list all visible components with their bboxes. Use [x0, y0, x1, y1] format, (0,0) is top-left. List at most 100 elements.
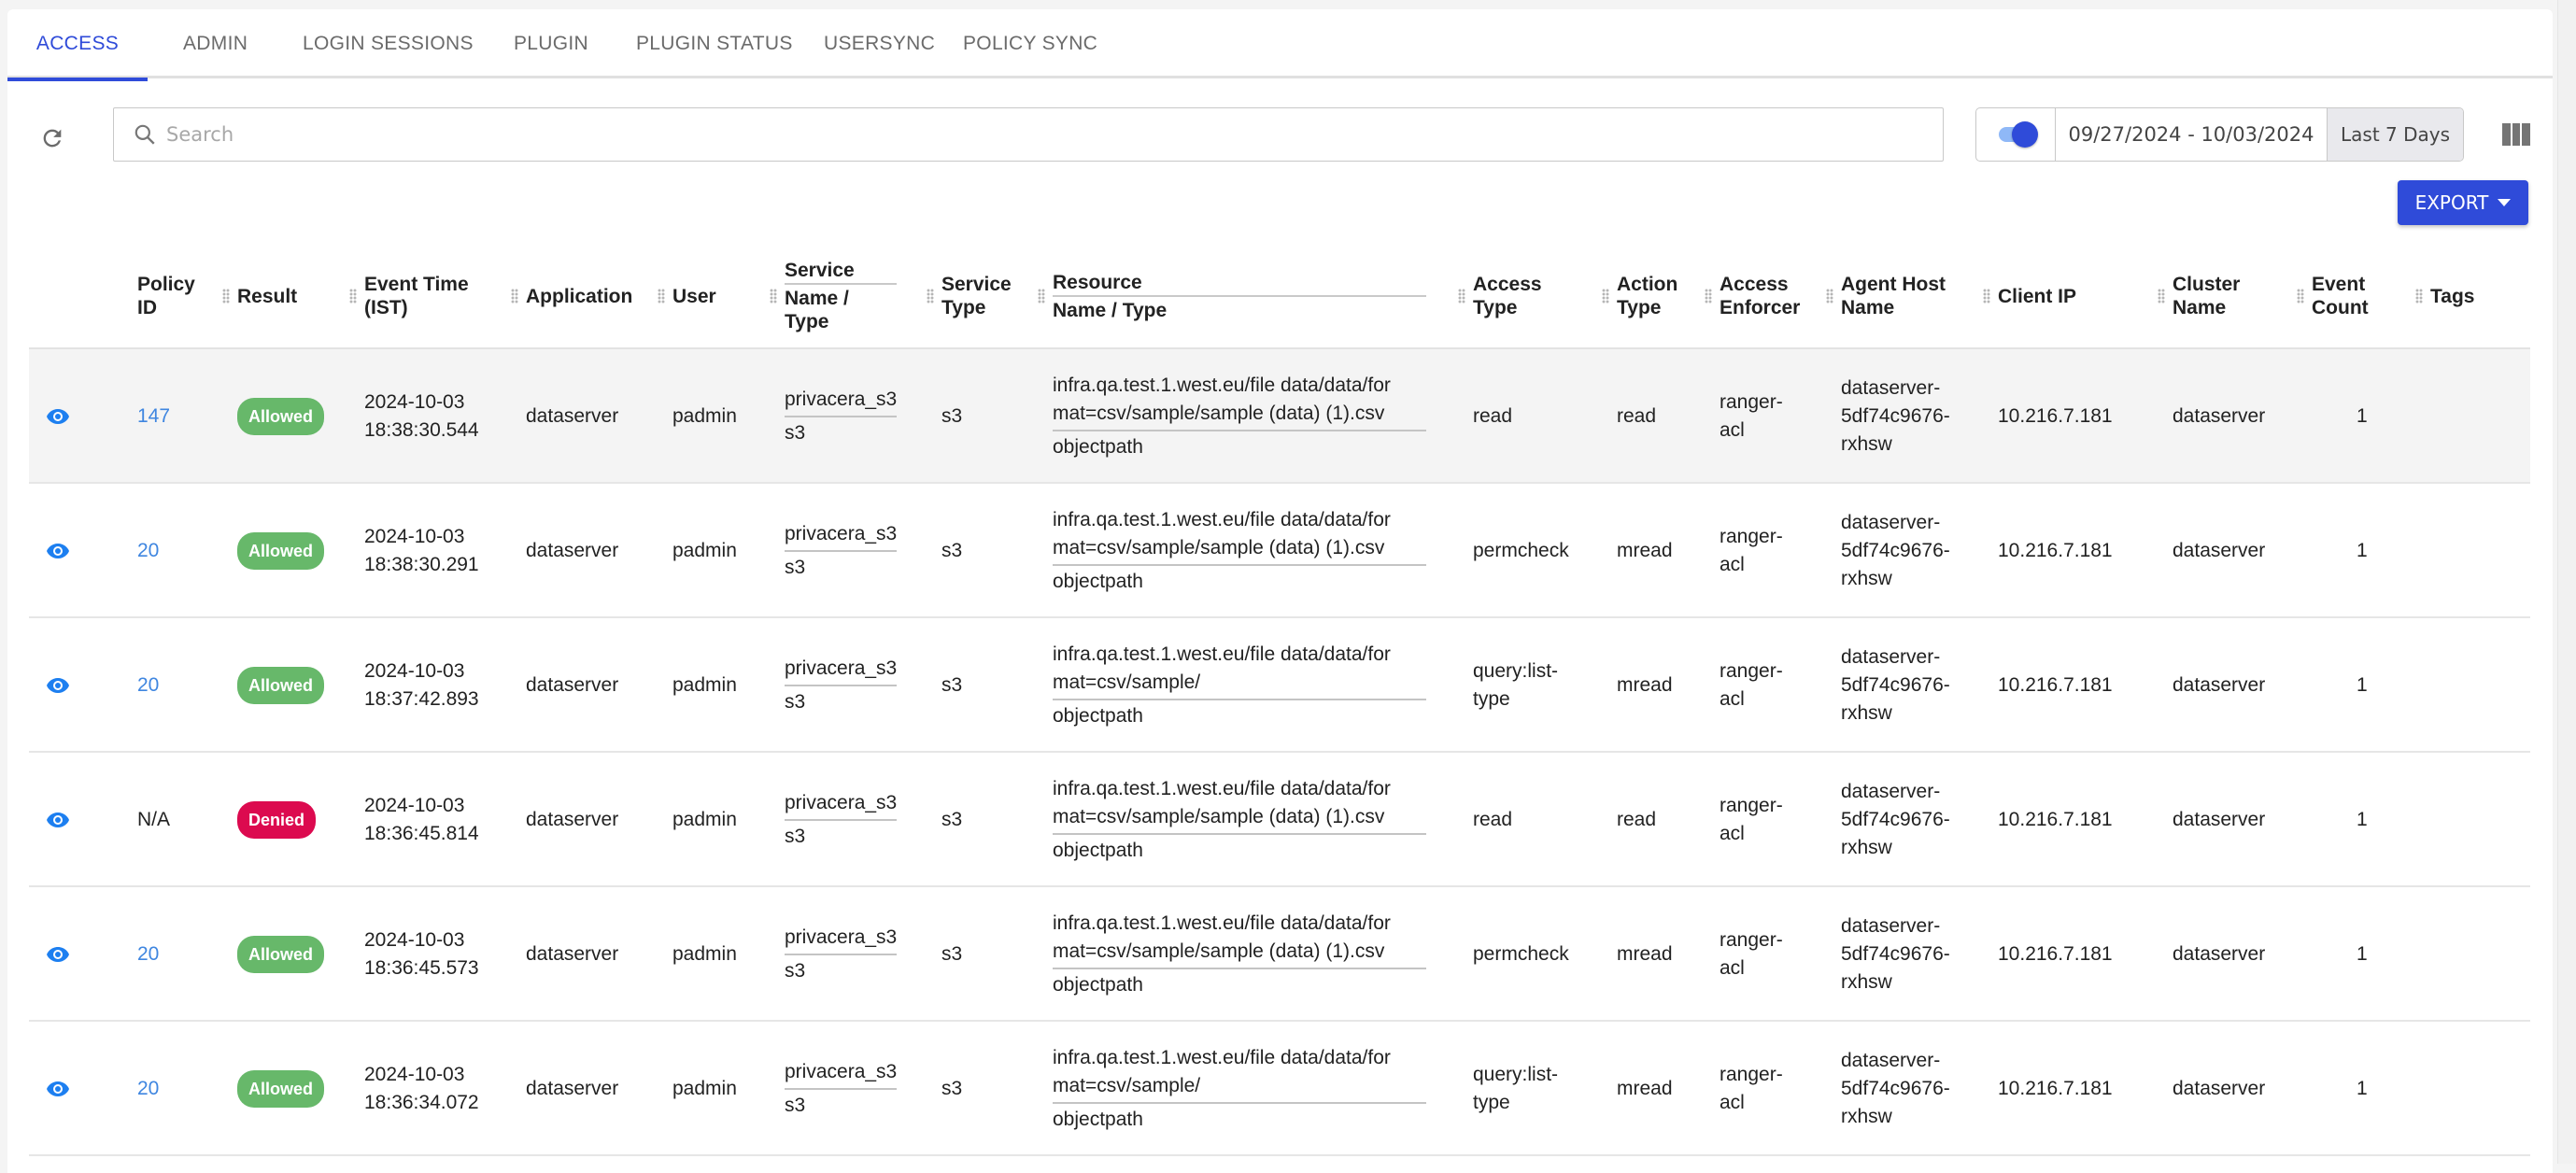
drag-handle-icon[interactable]	[349, 289, 357, 304]
agent-host-line: rxhsw	[1841, 433, 1892, 455]
eye-icon[interactable]	[46, 543, 70, 559]
header-line: Client IP	[1998, 285, 2077, 307]
column-header-user[interactable]: User	[658, 243, 716, 349]
tab-usersync[interactable]: USERSYNC	[824, 9, 935, 78]
resource-name-type: infra.qa.test.1.west.eu/file data/data/f…	[1053, 641, 1426, 730]
audit-tabs: ACCESS ADMIN LOGIN SESSIONS PLUGIN PLUGIN ST…	[7, 9, 2553, 81]
tab-admin[interactable]: ADMIN	[183, 9, 248, 78]
column-header-label: Access Enforcer	[1720, 273, 1800, 319]
table-header: Policy ID Result Event Time (IST) Application…	[29, 243, 2530, 349]
date-range-input[interactable]: 09/27/2024 - 10/03/2024	[2056, 108, 2327, 161]
column-header-policy-id[interactable]: Policy ID	[137, 243, 195, 349]
column-header-resource-name-type[interactable]: Resource Name / Type	[1038, 243, 1426, 349]
access-enforcer-line: ranger-	[1720, 795, 1783, 816]
column-header-event-count[interactable]: Event Count	[2297, 243, 2369, 349]
column-header-action-type[interactable]: Action Type	[1602, 243, 1678, 349]
drag-handle-icon[interactable]	[1983, 289, 1990, 304]
tab-plugin[interactable]: PLUGIN	[514, 9, 588, 78]
table-row[interactable]: N/A Denied 2024-10-03 18:36:45.814 dataserve…	[29, 753, 2530, 887]
resource-cell: infra.qa.test.1.west.eu/file data/data/f…	[1053, 349, 1426, 484]
policy-id-link[interactable]: 20	[137, 1075, 159, 1103]
tab-login-sessions[interactable]: LOGIN SESSIONS	[303, 9, 474, 78]
service-name-type-value: s3	[785, 557, 806, 578]
result-cell: Allowed	[237, 484, 325, 618]
drag-handle-icon[interactable]	[1602, 289, 1609, 304]
header-line: Action	[1617, 274, 1678, 295]
eye-icon[interactable]	[46, 812, 70, 828]
event-count-cell: 1	[2357, 1022, 2368, 1156]
drag-handle-icon[interactable]	[1038, 289, 1045, 304]
drag-handle-icon[interactable]	[927, 289, 934, 304]
table-row[interactable]: 20 Allowed 2024-10-03 18:38:30.291 dataserve…	[29, 484, 2530, 618]
drag-handle-icon[interactable]	[511, 289, 518, 304]
event-time: 18:37:42.893	[364, 688, 479, 710]
service-name-type-value: s3	[785, 422, 806, 444]
service-name-type-value: s3	[785, 826, 806, 847]
drag-handle-icon[interactable]	[1826, 289, 1833, 304]
search-box[interactable]	[113, 107, 1944, 162]
column-header-cluster-name[interactable]: Cluster Name	[2158, 243, 2240, 349]
column-header-application[interactable]: Application	[511, 243, 632, 349]
access-enforcer-line: ranger-	[1720, 1064, 1783, 1085]
table-row[interactable]: 20 Allowed 2024-10-03 18:36:45.573 dataserve…	[29, 887, 2530, 1022]
action-type-cell: mread	[1617, 1022, 1673, 1156]
policy-id-link[interactable]: 147	[137, 403, 170, 431]
tab-policy-sync[interactable]: POLICY SYNC	[963, 9, 1097, 78]
column-header-event-time[interactable]: Event Time (IST)	[349, 243, 469, 349]
policy-id-link[interactable]: 20	[137, 671, 159, 700]
column-header-access-type[interactable]: Access Type	[1458, 243, 1542, 349]
service-name-type-value: s3	[785, 1095, 806, 1116]
cluster-name-value: dataserver	[2173, 540, 2266, 561]
drag-handle-icon[interactable]	[1705, 289, 1712, 304]
resource-name-type: infra.qa.test.1.west.eu/file data/data/f…	[1053, 775, 1426, 865]
access-type-line: query:list-	[1473, 1064, 1559, 1085]
event-date: 2024-10-03	[364, 391, 465, 413]
resource-cell: infra.qa.test.1.west.eu/file data/data/f…	[1053, 753, 1426, 887]
eye-icon[interactable]	[46, 677, 70, 694]
access-enforcer-cell: ranger-acl	[1720, 1022, 1783, 1156]
table-row[interactable]: 20 Allowed 2024-10-03 18:36:34.072 dataserve…	[29, 1022, 2530, 1156]
policy-id-text: N/A	[137, 809, 171, 830]
service-name-type: privacera_s3 s3	[785, 386, 897, 447]
column-header-result[interactable]: Result	[222, 243, 297, 349]
date-preset-button[interactable]: Last 7 Days	[2327, 108, 2464, 161]
eye-icon[interactable]	[46, 408, 70, 425]
refresh-button[interactable]	[34, 120, 71, 157]
column-header-tags[interactable]: Tags	[2415, 243, 2474, 349]
policy-id-link[interactable]: 20	[137, 537, 159, 565]
access-enforcer-cell: ranger-acl	[1720, 887, 1783, 1022]
drag-handle-icon[interactable]	[2297, 289, 2304, 304]
column-header-service-type[interactable]: Service Type	[927, 243, 1012, 349]
agent-host-line: rxhsw	[1841, 971, 1892, 993]
event-time: 18:38:30.291	[364, 554, 479, 575]
export-button[interactable]: EXPORT	[2398, 180, 2528, 225]
column-header-agent-host-name[interactable]: Agent Host Name	[1826, 243, 1946, 349]
policy-id-link[interactable]: 20	[137, 940, 159, 968]
search-input[interactable]	[164, 122, 1943, 147]
policy-id-cell: 20	[137, 1022, 159, 1156]
column-header-service-name-type[interactable]: Service Name / Type	[770, 243, 897, 349]
drag-handle-icon[interactable]	[222, 289, 230, 304]
service-name: privacera_s3	[785, 386, 897, 417]
drag-handle-icon[interactable]	[2415, 289, 2423, 304]
tab-access[interactable]: ACCESS	[7, 9, 148, 81]
drag-handle-icon[interactable]	[770, 289, 777, 304]
table-row[interactable]: 20 Allowed 2024-10-03 18:37:42.893 dataserve…	[29, 618, 2530, 753]
table-body: 147 Allowed 2024-10-03 18:38:30.544 dataserv…	[29, 349, 2530, 1156]
tab-plugin-status[interactable]: PLUGIN STATUS	[636, 9, 793, 78]
client-ip-cell: 10.216.7.181	[1998, 887, 2113, 1022]
column-header-client-ip[interactable]: Client IP	[1983, 243, 2077, 349]
eye-icon[interactable]	[46, 1081, 70, 1097]
drag-handle-icon[interactable]	[1458, 289, 1465, 304]
column-chooser-button[interactable]	[2502, 123, 2531, 146]
access-type-line: type	[1473, 1092, 1510, 1113]
eye-icon[interactable]	[46, 946, 70, 963]
table-row[interactable]: 147 Allowed 2024-10-03 18:38:30.544 dataserv…	[29, 349, 2530, 484]
column-header-access-enforcer[interactable]: Access Enforcer	[1705, 243, 1800, 349]
drag-handle-icon[interactable]	[2158, 289, 2165, 304]
drag-handle-icon[interactable]	[658, 289, 665, 304]
page-scrollbar[interactable]	[2557, 0, 2576, 1164]
access-enforcer-line: acl	[1720, 957, 1745, 979]
date-filter-toggle[interactable]	[1997, 121, 2038, 148]
header-top-label: Resource	[1053, 271, 1426, 297]
